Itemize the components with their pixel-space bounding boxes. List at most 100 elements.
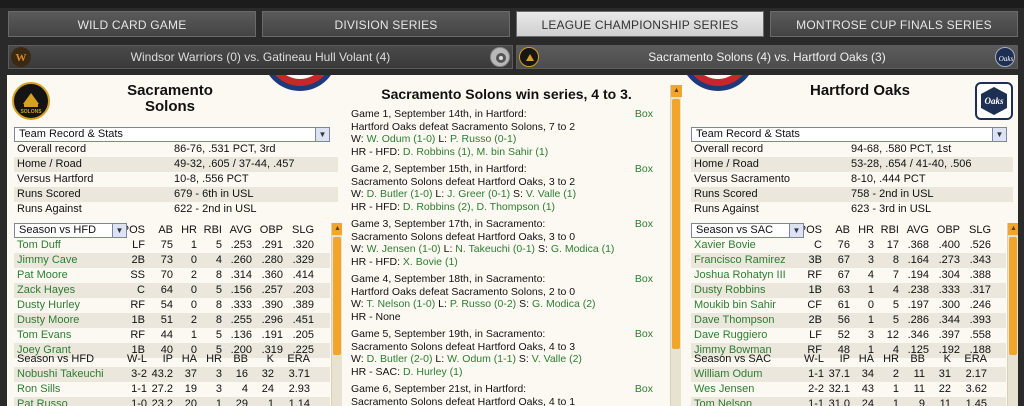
player-name-link[interactable]: Pat Russo — [17, 397, 68, 406]
losing-pitcher-link[interactable]: P. Russo (0-1) — [450, 133, 516, 145]
right-team-stats-dropdown[interactable]: Team Record & Stats ▼ — [691, 127, 1007, 142]
winning-pitcher-link[interactable]: D. Butler (2-0) — [367, 353, 433, 365]
tab-division-series[interactable]: DIVISION SERIES — [262, 11, 510, 37]
tab-montrose-cup-finals[interactable]: MONTROSE CUP FINALS SERIES — [770, 11, 1018, 37]
column-header[interactable]: OBP — [937, 223, 960, 238]
stat-cell: 67 — [837, 269, 850, 281]
home-runs-link[interactable]: D. Robbins (1), M. bin Sahir (1) — [403, 146, 548, 158]
column-header[interactable]: AVG — [907, 223, 929, 238]
player-name-link[interactable]: Pat Moore — [17, 268, 68, 283]
column-header[interactable]: AB — [158, 223, 173, 238]
left-team-stats-dropdown[interactable]: Team Record & Stats ▼ — [14, 127, 330, 142]
player-name-link[interactable]: Nobushi Takeuchi — [17, 367, 104, 382]
column-header[interactable]: HR — [206, 352, 222, 367]
column-header[interactable]: W-L — [127, 352, 147, 367]
stat-cell: 0 — [867, 299, 874, 311]
player-name-link[interactable]: Dusty Hurley — [17, 298, 80, 313]
scroll-thumb[interactable] — [1009, 237, 1017, 355]
losing-pitcher-link[interactable]: P. Russo (0-2) — [450, 298, 516, 310]
stat-cell: 1 — [215, 398, 222, 406]
column-header[interactable]: BB — [910, 352, 925, 367]
winning-pitcher-link[interactable]: W. Odum (1-0) — [367, 133, 436, 145]
player-name-link[interactable]: Tom Nelson — [694, 397, 752, 406]
home-runs-link[interactable]: X. Bovie (1) — [403, 256, 458, 268]
column-header[interactable]: K — [267, 352, 274, 367]
player-name-link[interactable]: Ron Sills — [17, 382, 60, 397]
series-button-sacramento-hartford[interactable]: Sacramento Solons (4) vs. Hartford Oaks … — [516, 45, 1018, 69]
center-scrollbar[interactable]: ▲ — [670, 85, 682, 406]
scroll-thumb[interactable] — [333, 237, 341, 355]
box-score-link[interactable]: Box — [635, 108, 653, 121]
save-pitcher-link[interactable]: G. Modica (1) — [551, 243, 615, 255]
player-name-link[interactable]: Wes Jensen — [694, 382, 754, 397]
left-batting-split-dropdown[interactable]: Season vs HFD ▼ — [14, 223, 127, 238]
losing-pitcher-link[interactable]: J. Greer (0-1) — [447, 188, 510, 200]
player-name-link[interactable]: Francisco Ramirez — [694, 253, 786, 268]
column-header[interactable]: AB — [835, 223, 850, 238]
column-header[interactable]: BB — [233, 352, 248, 367]
player-name-link[interactable]: Dusty Moore — [17, 313, 79, 328]
column-header[interactable]: K — [944, 352, 951, 367]
scroll-thumb[interactable] — [672, 99, 680, 349]
losing-pitcher-link[interactable]: N. Takeuchi (0-1) — [455, 243, 535, 255]
game-line: HR - SAC: D. Hurley (1) — [351, 366, 653, 379]
player-name-link[interactable]: Tom Evans — [17, 328, 71, 343]
column-header[interactable]: IP — [163, 352, 173, 367]
scroll-up-icon[interactable]: ▲ — [671, 85, 682, 97]
player-name-link[interactable]: Xavier Bovie — [694, 238, 756, 253]
scroll-up-icon[interactable]: ▲ — [332, 223, 342, 235]
stat-cell: .164 — [907, 254, 929, 266]
column-header[interactable]: ERA — [287, 352, 310, 367]
save-pitcher-link[interactable]: V. Valle (1) — [526, 188, 576, 200]
stat-cell: .388 — [969, 269, 991, 281]
stat-cell: 34 — [861, 368, 874, 380]
player-name-link[interactable]: Jimmy Cave — [17, 253, 78, 268]
column-header[interactable]: HA — [859, 352, 874, 367]
winning-pitcher-link[interactable]: D. Butler (1-0) — [367, 188, 433, 200]
player-name-link[interactable]: Dave Thompson — [694, 313, 775, 328]
home-runs-link[interactable]: D. Robbins (2), D. Thompson (1) — [403, 201, 555, 213]
column-header[interactable]: HR — [858, 223, 874, 238]
save-pitcher-link[interactable]: G. Modica (2) — [532, 298, 596, 310]
box-score-link[interactable]: Box — [635, 218, 653, 231]
winning-pitcher-link[interactable]: T. Nelson (1-0) — [366, 298, 435, 310]
column-header[interactable]: RBI — [204, 223, 222, 238]
player-name-link[interactable]: William Odum — [694, 367, 762, 382]
player-name-link[interactable]: Joshua Rohatyn III — [694, 268, 786, 283]
player-name-link[interactable]: Tom Duff — [17, 238, 61, 253]
left-scrollbar[interactable]: ▲ — [331, 223, 342, 406]
tab-wild-card[interactable]: WILD CARD GAME — [8, 11, 256, 37]
column-header[interactable]: AVG — [230, 223, 252, 238]
box-score-link[interactable]: Box — [635, 383, 653, 396]
home-runs-link[interactable]: D. Hurley (1) — [403, 366, 463, 378]
column-header[interactable]: HR — [883, 352, 899, 367]
column-header[interactable]: ERA — [964, 352, 987, 367]
warriors-logo-icon: W — [11, 47, 31, 67]
box-score-link[interactable]: Box — [635, 163, 653, 176]
stat-row: Runs Scored 758 - 2nd in USL — [691, 187, 1013, 202]
tab-league-championship[interactable]: LEAGUE CHAMPIONSHIP SERIES — [516, 11, 764, 37]
box-score-link[interactable]: Box — [635, 273, 653, 286]
column-header[interactable]: RBI — [881, 223, 899, 238]
series-button-windsor-gatineau[interactable]: W Windsor Warriors (0) vs. Gatineau Hull… — [8, 45, 513, 69]
player-name-link[interactable]: Zack Hayes — [17, 283, 75, 298]
stat-cell: RF — [130, 329, 145, 341]
player-name-link[interactable]: Dusty Robbins — [694, 283, 766, 298]
player-name-link[interactable]: Dave Ruggiero — [694, 328, 767, 343]
right-scrollbar[interactable]: ▲ — [1007, 223, 1018, 406]
losing-pitcher-link[interactable]: W. Odum (1-1) — [447, 353, 516, 365]
player-name-link[interactable]: Moukib bin Sahir — [694, 298, 776, 313]
stat-cell: .314 — [230, 269, 252, 281]
column-header[interactable]: HR — [181, 223, 197, 238]
column-header[interactable]: W-L — [804, 352, 824, 367]
column-header[interactable]: SLG — [969, 223, 991, 238]
scroll-up-icon[interactable]: ▲ — [1008, 223, 1018, 235]
box-score-link[interactable]: Box — [635, 328, 653, 341]
winning-pitcher-link[interactable]: W. Jensen (1-0) — [367, 243, 441, 255]
column-header[interactable]: SLG — [292, 223, 314, 238]
column-header[interactable]: IP — [840, 352, 850, 367]
column-header[interactable]: OBP — [260, 223, 283, 238]
save-pitcher-link[interactable]: V. Valle (2) — [532, 353, 582, 365]
column-header[interactable]: HA — [182, 352, 197, 367]
right-batting-split-dropdown[interactable]: Season vs SAC ▼ — [691, 223, 804, 238]
